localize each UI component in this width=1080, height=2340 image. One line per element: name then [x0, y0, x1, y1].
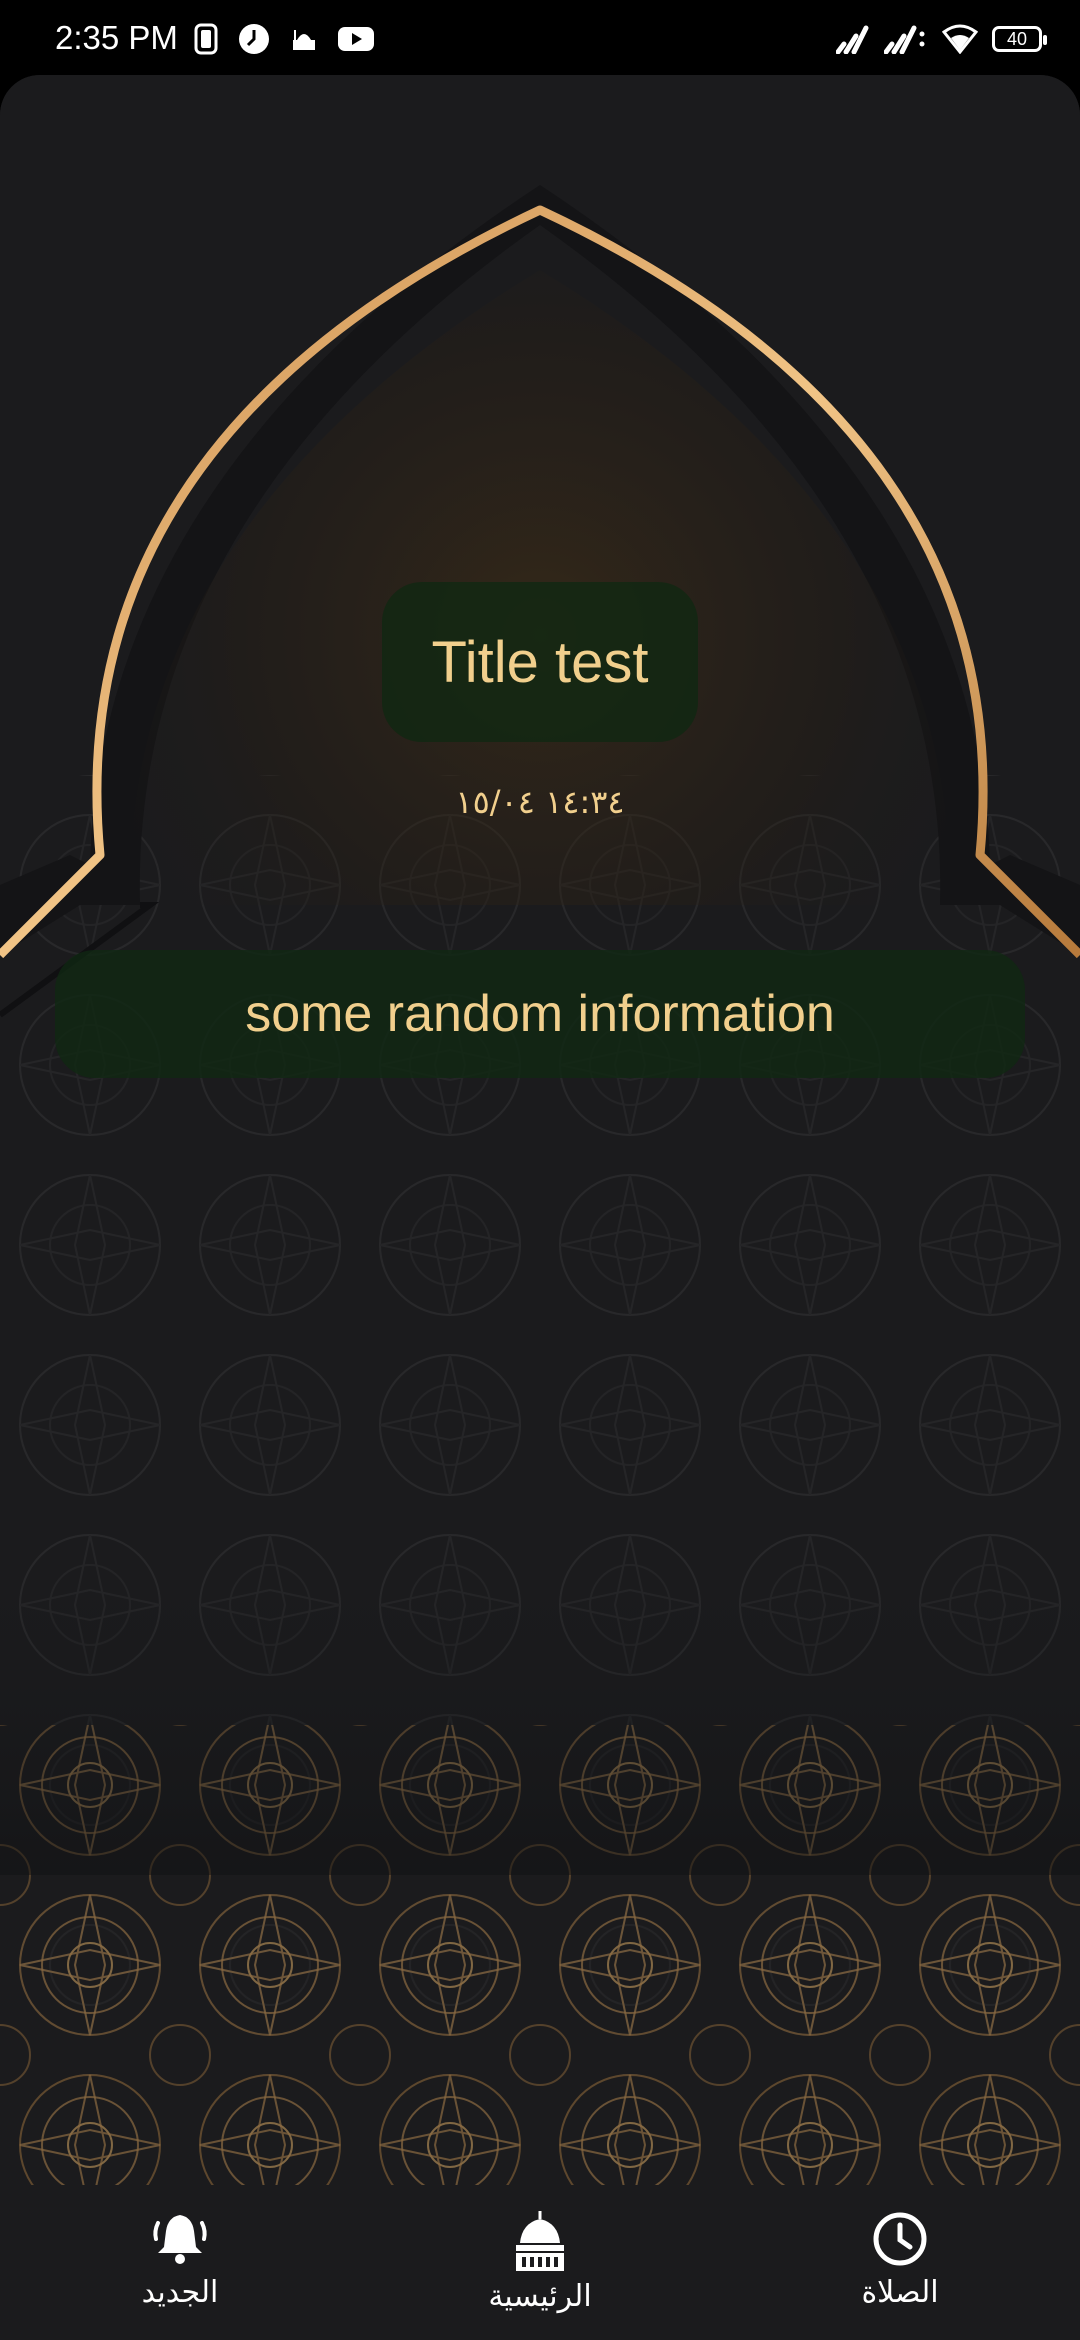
bottom-nav: الجديد الرئيسية الصلاة	[0, 2185, 1080, 2340]
title-text: Title test	[431, 629, 649, 695]
nav-label-home: الرئيسية	[488, 2279, 592, 2314]
status-left-icons	[193, 22, 375, 56]
youtube-icon	[338, 27, 374, 51]
mosque-app-icon	[293, 30, 315, 50]
title-card[interactable]: Title test	[382, 582, 698, 742]
date-time-text: ١٤:٣٤ ١٥/٠٤	[455, 783, 625, 821]
status-bar: 2:35 PM 40	[0, 0, 1080, 75]
nav-item-prayer[interactable]: الصلاة	[750, 2185, 1050, 2310]
mosque-arch-background	[0, 75, 1080, 2185]
mosque-dome-icon	[516, 2211, 564, 2271]
screen-record-icon	[194, 23, 218, 55]
status-right-icons: 40	[836, 24, 1047, 54]
nav-item-home[interactable]: الرئيسية	[390, 2185, 690, 2314]
nav-item-new[interactable]: الجديد	[30, 2185, 330, 2310]
clock-app-icon	[239, 24, 269, 54]
signal-icon	[836, 25, 869, 54]
info-text: some random information	[245, 985, 835, 1043]
clock-icon	[873, 2212, 927, 2266]
signal-icon-2	[884, 25, 925, 54]
nav-label-prayer: الصلاة	[861, 2275, 939, 2310]
status-time: 2:35 PM	[55, 19, 178, 56]
wifi-icon	[942, 24, 978, 54]
nav-label-new: الجديد	[141, 2275, 219, 2310]
battery-icon: 40	[992, 26, 1047, 52]
bell-icon	[153, 2215, 207, 2264]
info-card[interactable]: some random information	[55, 950, 1025, 1078]
app-screen: Title test ١٤:٣٤ ١٥/٠٤ some random infor…	[0, 75, 1080, 2185]
